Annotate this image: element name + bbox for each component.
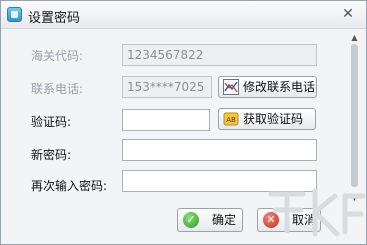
svg-text:AB: AB [226, 116, 236, 124]
customs-code-label: 海关代码: [31, 49, 84, 63]
new-password-input[interactable] [122, 139, 317, 161]
confirm-password-label: 再次输入密码: [31, 179, 108, 193]
dialog-title: 设置密码 [28, 11, 81, 26]
verify-code-label: 验证码: [31, 115, 72, 129]
set-password-dialog: 设置密码 ✕ ▲ ▼ 海关代码: 1234567822 联系电话: 153***… [0, 0, 367, 245]
ok-button[interactable]: ✓ 确定 [177, 208, 243, 232]
ab-icon: AB [223, 112, 239, 126]
scroll-thumb[interactable] [351, 44, 358, 187]
check-icon: ✓ [183, 212, 199, 228]
scroll-up-arrow-icon[interactable]: ▲ [350, 33, 359, 42]
change-phone-button[interactable]: 修改联系电话 [218, 76, 317, 98]
watermark-logo-icon [268, 188, 366, 237]
get-code-button[interactable]: AB 获取验证码 [218, 108, 316, 130]
verify-code-input[interactable] [122, 109, 210, 131]
ok-label: 确定 [212, 213, 237, 227]
customs-code-field: 1234567822 [122, 44, 317, 66]
chart-icon [223, 79, 239, 95]
title-bar: 设置密码 ✕ [1, 1, 366, 29]
change-phone-label: 修改联系电话 [243, 80, 316, 94]
close-button[interactable]: ✕ [340, 7, 356, 22]
new-password-label: 新密码: [31, 148, 72, 162]
phone-label: 联系电话: [31, 82, 84, 96]
get-code-label: 获取验证码 [243, 112, 304, 126]
phone-field: 153****7025 [122, 76, 212, 98]
app-icon [7, 7, 22, 22]
